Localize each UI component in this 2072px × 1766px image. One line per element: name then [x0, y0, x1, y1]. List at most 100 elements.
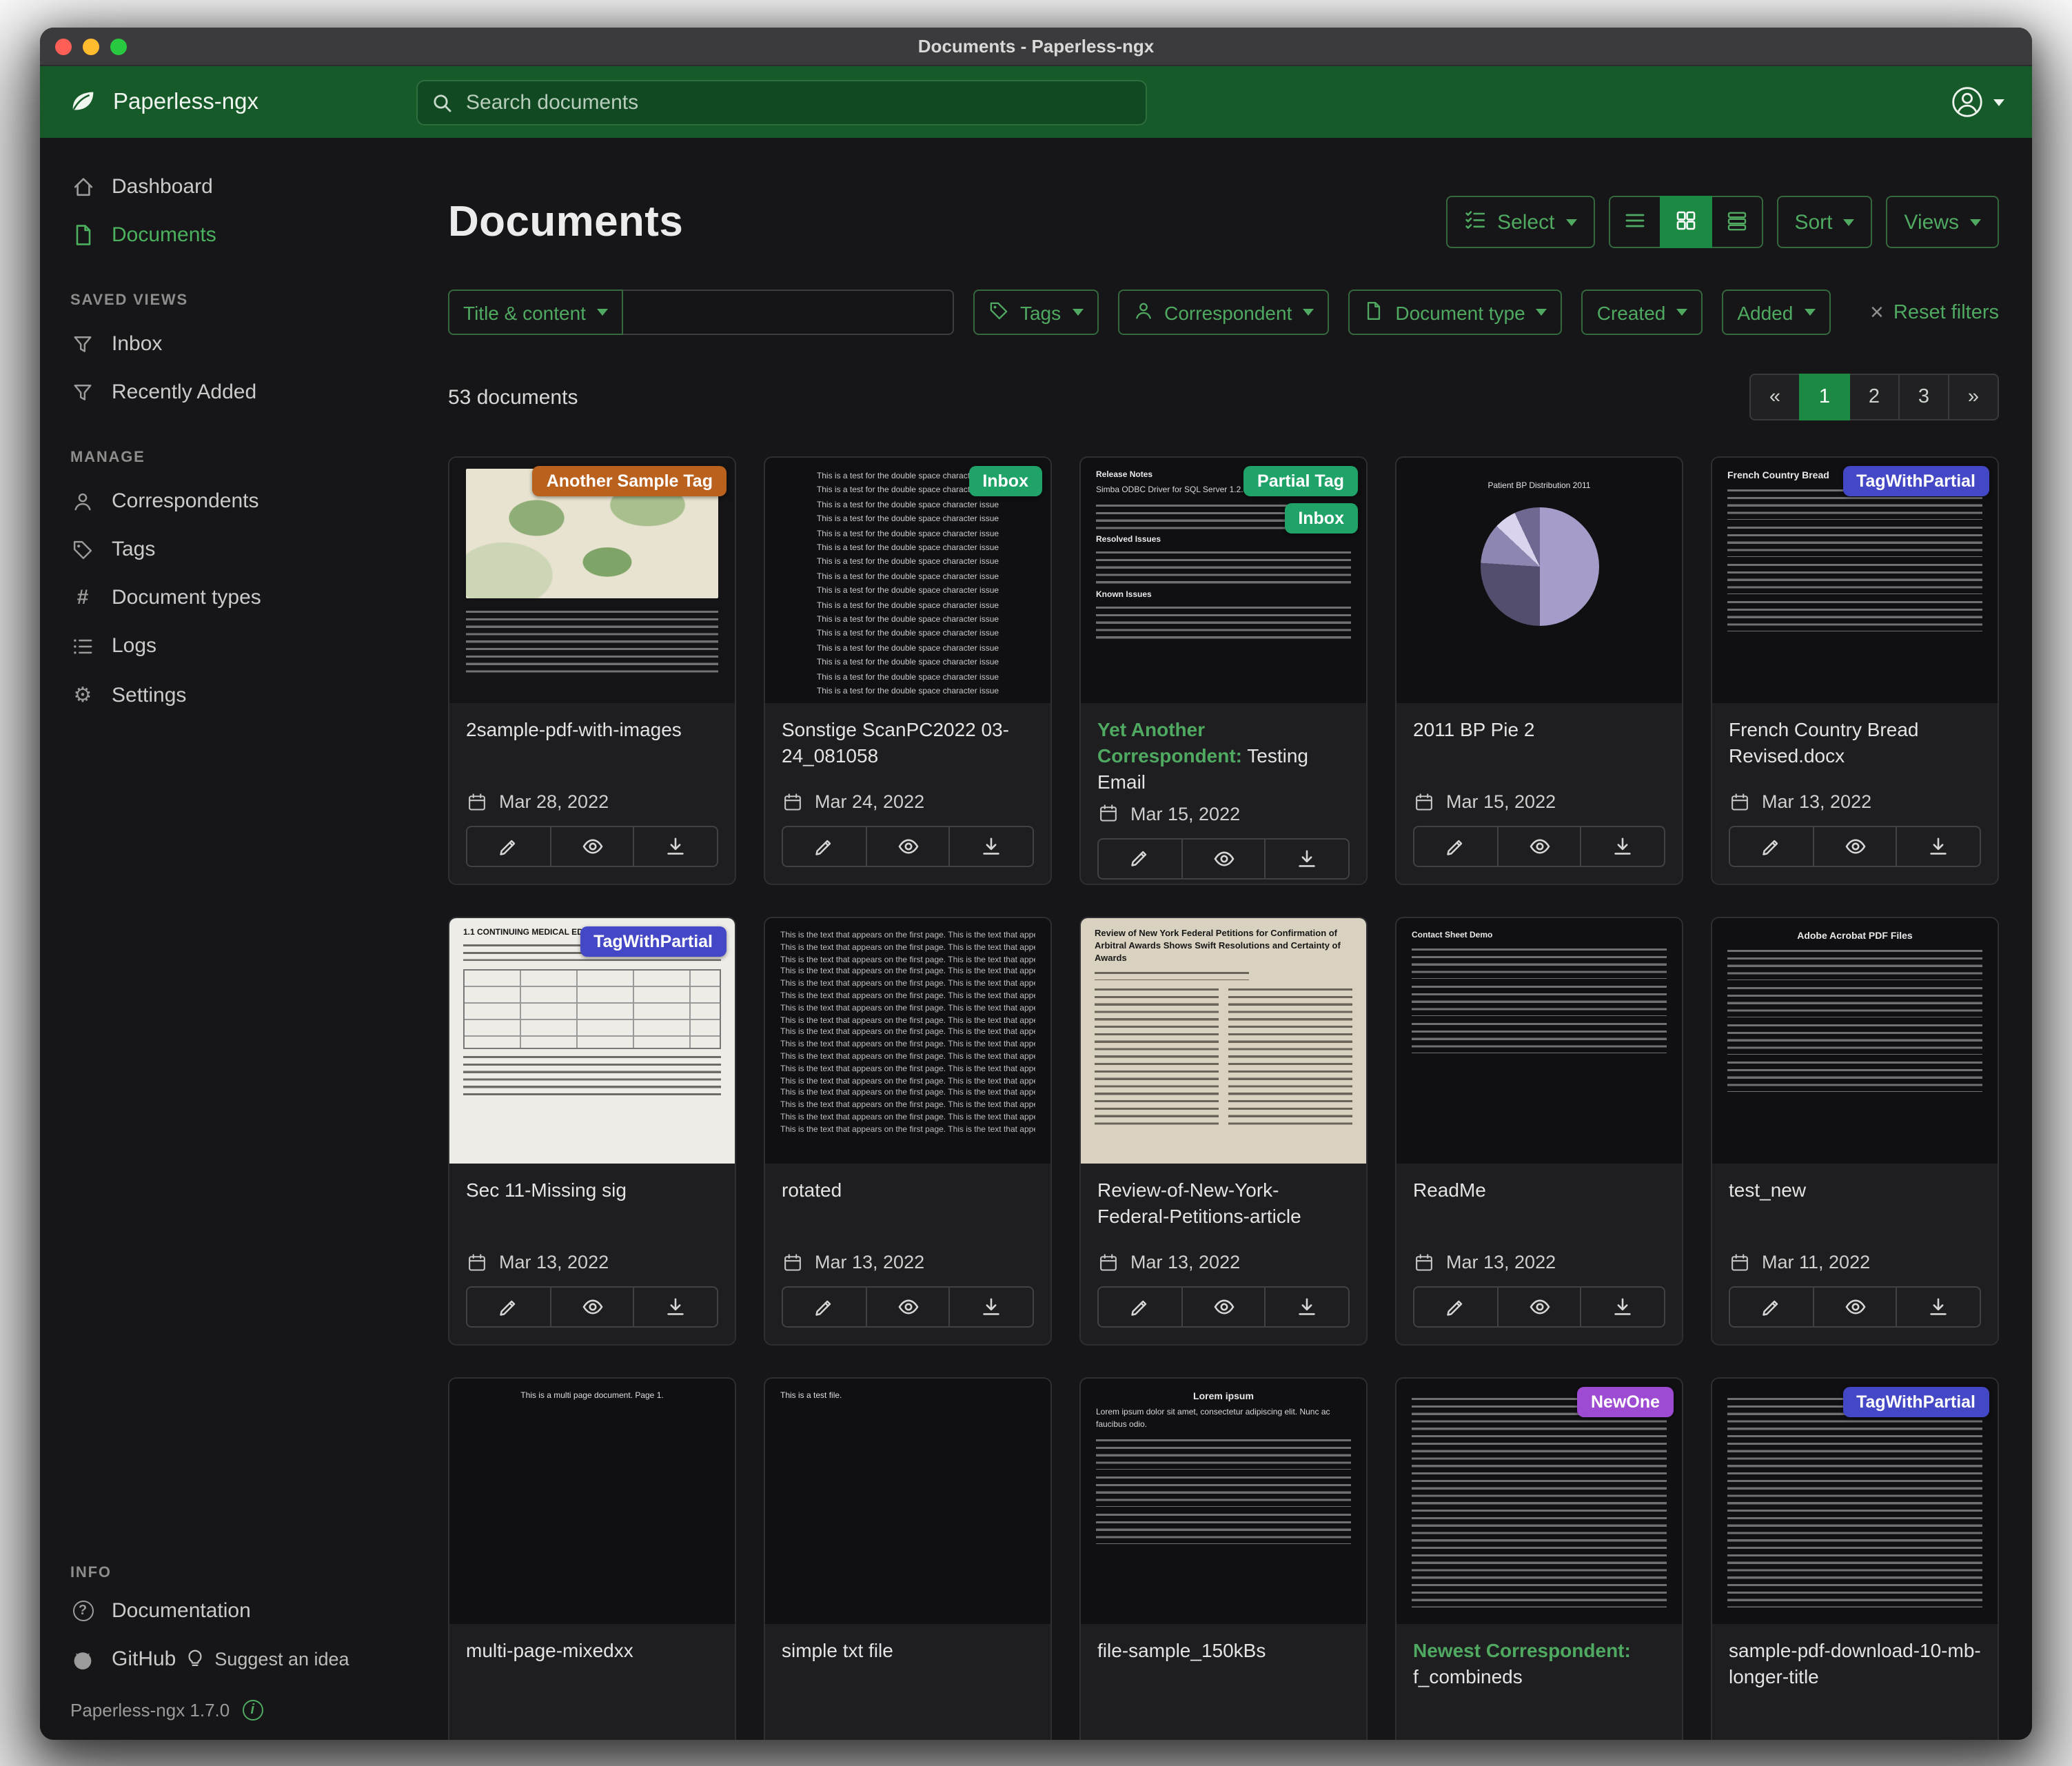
- info-icon[interactable]: i: [242, 1700, 263, 1721]
- download-document-button[interactable]: [1896, 826, 1981, 867]
- document-thumbnail[interactable]: Contact Sheet Demo: [1396, 918, 1682, 1164]
- tags-filter-button[interactable]: Tags: [973, 290, 1098, 335]
- document-title[interactable]: multi-page-mixedxx: [466, 1638, 718, 1692]
- sidebar-item-documentation[interactable]: ? Documentation: [40, 1587, 416, 1635]
- sidebar-item-github[interactable]: GitHub: [40, 1635, 184, 1683]
- document-thumbnail[interactable]: Adobe Acrobat PDF Files: [1712, 918, 1998, 1164]
- document-thumbnail[interactable]: Lorem ipsumLorem ipsum dolor sit amet, c…: [1081, 1379, 1366, 1624]
- download-document-button[interactable]: [1896, 1286, 1981, 1328]
- document-thumbnail[interactable]: French Country BreadTagWithPartial: [1712, 458, 1998, 703]
- document-title[interactable]: sample-pdf-download-10-mb-longer-title: [1729, 1638, 1981, 1692]
- view-document-button[interactable]: [865, 826, 950, 867]
- document-thumbnail[interactable]: This is a multi page document. Page 1.: [449, 1379, 735, 1624]
- view-document-button[interactable]: [1812, 826, 1897, 867]
- tag-badge[interactable]: TagWithPartial: [580, 926, 727, 957]
- document-title[interactable]: file-sample_150kBs: [1097, 1638, 1350, 1692]
- edit-document-button[interactable]: [782, 1286, 866, 1328]
- edit-document-button[interactable]: [782, 826, 866, 867]
- document-type-filter-button[interactable]: Document type: [1348, 290, 1562, 335]
- document-title[interactable]: Yet Another Correspondent: Testing Email: [1097, 717, 1350, 795]
- download-document-button[interactable]: [633, 826, 718, 867]
- document-thumbnail[interactable]: This is the text that appears on the fir…: [765, 918, 1050, 1164]
- view-document-button[interactable]: [1181, 1286, 1266, 1328]
- view-document-button[interactable]: [1181, 838, 1266, 879]
- document-thumbnail[interactable]: Release NotesSimba ODBC Driver for SQL S…: [1081, 458, 1366, 703]
- sidebar-item-dashboard[interactable]: Dashboard: [40, 163, 416, 211]
- zoom-window-button[interactable]: [110, 39, 127, 55]
- tag-badge[interactable]: Partial Tag: [1243, 466, 1358, 496]
- document-thumbnail[interactable]: 1.1 CONTINUING MEDICAL EDUCATagWithParti…: [449, 918, 735, 1164]
- views-button[interactable]: Views: [1887, 196, 2000, 248]
- minimize-window-button[interactable]: [83, 39, 99, 55]
- tag-badge[interactable]: NewOne: [1577, 1387, 1674, 1417]
- document-thumbnail[interactable]: This is a test for the double space char…: [765, 458, 1050, 703]
- title-content-input[interactable]: [623, 290, 954, 335]
- document-title[interactable]: rotated: [782, 1177, 1034, 1231]
- view-document-button[interactable]: [549, 826, 634, 867]
- edit-document-button[interactable]: [1097, 1286, 1182, 1328]
- document-title[interactable]: 2sample-pdf-with-images: [466, 717, 718, 771]
- reset-filters-button[interactable]: × Reset filters: [1870, 301, 1999, 324]
- sidebar-item-documents[interactable]: Documents: [40, 211, 416, 259]
- search-input[interactable]: [463, 89, 1132, 115]
- correspondent-filter-button[interactable]: Correspondent: [1117, 290, 1329, 335]
- document-title[interactable]: test_new: [1729, 1177, 1981, 1231]
- created-filter-button[interactable]: Created: [1582, 290, 1703, 335]
- tag-badge[interactable]: TagWithPartial: [1842, 1387, 1989, 1417]
- sidebar-item-recently-added[interactable]: Recently Added: [40, 368, 416, 416]
- download-document-button[interactable]: [949, 826, 1034, 867]
- pagination-next[interactable]: »: [1948, 374, 1999, 420]
- download-document-button[interactable]: [1265, 1286, 1350, 1328]
- document-thumbnail[interactable]: Patient BP Distribution 2011: [1396, 458, 1682, 703]
- document-title[interactable]: Sec 11-Missing sig: [466, 1177, 718, 1231]
- sort-button[interactable]: Sort: [1776, 196, 1872, 248]
- sidebar-item-logs[interactable]: Logs: [40, 622, 416, 670]
- view-document-button[interactable]: [865, 1286, 950, 1328]
- view-document-button[interactable]: [1496, 826, 1581, 867]
- added-filter-button[interactable]: Added: [1722, 290, 1830, 335]
- brand-link[interactable]: Paperless-ngx: [68, 86, 416, 118]
- document-thumbnail[interactable]: Review of New York Federal Petitions for…: [1081, 918, 1366, 1164]
- document-title[interactable]: 2011 BP Pie 2: [1413, 717, 1665, 771]
- document-thumbnail[interactable]: NewOne: [1396, 1379, 1682, 1624]
- sidebar-item-inbox[interactable]: Inbox: [40, 320, 416, 368]
- tag-badge[interactable]: TagWithPartial: [1842, 466, 1989, 496]
- document-title[interactable]: Newest Correspondent: f_combineds: [1413, 1638, 1665, 1692]
- sidebar-item-suggest-idea[interactable]: Suggest an idea: [184, 1647, 349, 1672]
- view-document-button[interactable]: [1496, 1286, 1581, 1328]
- edit-document-button[interactable]: [1097, 838, 1182, 879]
- detail-view-button[interactable]: [1710, 196, 1763, 248]
- close-window-button[interactable]: [55, 39, 72, 55]
- title-content-dropdown[interactable]: Title & content: [448, 290, 623, 335]
- document-thumbnail[interactable]: Another Sample Tag: [449, 458, 735, 703]
- document-title[interactable]: simple txt file: [782, 1638, 1034, 1692]
- view-document-button[interactable]: [1812, 1286, 1897, 1328]
- download-document-button[interactable]: [949, 1286, 1034, 1328]
- document-correspondent[interactable]: Newest Correspondent:: [1413, 1639, 1631, 1661]
- document-title[interactable]: Sonstige ScanPC2022 03-24_081058: [782, 717, 1034, 771]
- pagination-prev[interactable]: «: [1749, 374, 1800, 420]
- download-document-button[interactable]: [1581, 1286, 1665, 1328]
- pagination-page[interactable]: 3: [1898, 374, 1949, 420]
- sidebar-item-tags[interactable]: Tags: [40, 525, 416, 574]
- grid-view-button[interactable]: [1659, 196, 1712, 248]
- edit-document-button[interactable]: [466, 826, 551, 867]
- edit-document-button[interactable]: [1729, 1286, 1814, 1328]
- view-document-button[interactable]: [549, 1286, 634, 1328]
- sidebar-item-correspondents[interactable]: Correspondents: [40, 477, 416, 525]
- list-view-button[interactable]: [1608, 196, 1660, 248]
- document-correspondent[interactable]: Yet Another Correspondent:: [1097, 718, 1242, 767]
- document-thumbnail[interactable]: This is a test file.: [765, 1379, 1050, 1624]
- edit-document-button[interactable]: [1729, 826, 1814, 867]
- document-title[interactable]: French Country Bread Revised.docx: [1729, 717, 1981, 771]
- edit-document-button[interactable]: [1413, 1286, 1498, 1328]
- tag-badge[interactable]: Another Sample Tag: [533, 466, 727, 496]
- tag-badge[interactable]: Inbox: [1284, 503, 1358, 534]
- download-document-button[interactable]: [1581, 826, 1665, 867]
- user-menu[interactable]: [1951, 85, 2004, 119]
- document-title[interactable]: ReadMe: [1413, 1177, 1665, 1231]
- edit-document-button[interactable]: [466, 1286, 551, 1328]
- sidebar-item-settings[interactable]: ⚙ Settings: [40, 670, 416, 720]
- document-title[interactable]: Review-of-New-York-Federal-Petitions-art…: [1097, 1177, 1350, 1231]
- tag-badge[interactable]: Inbox: [968, 466, 1042, 496]
